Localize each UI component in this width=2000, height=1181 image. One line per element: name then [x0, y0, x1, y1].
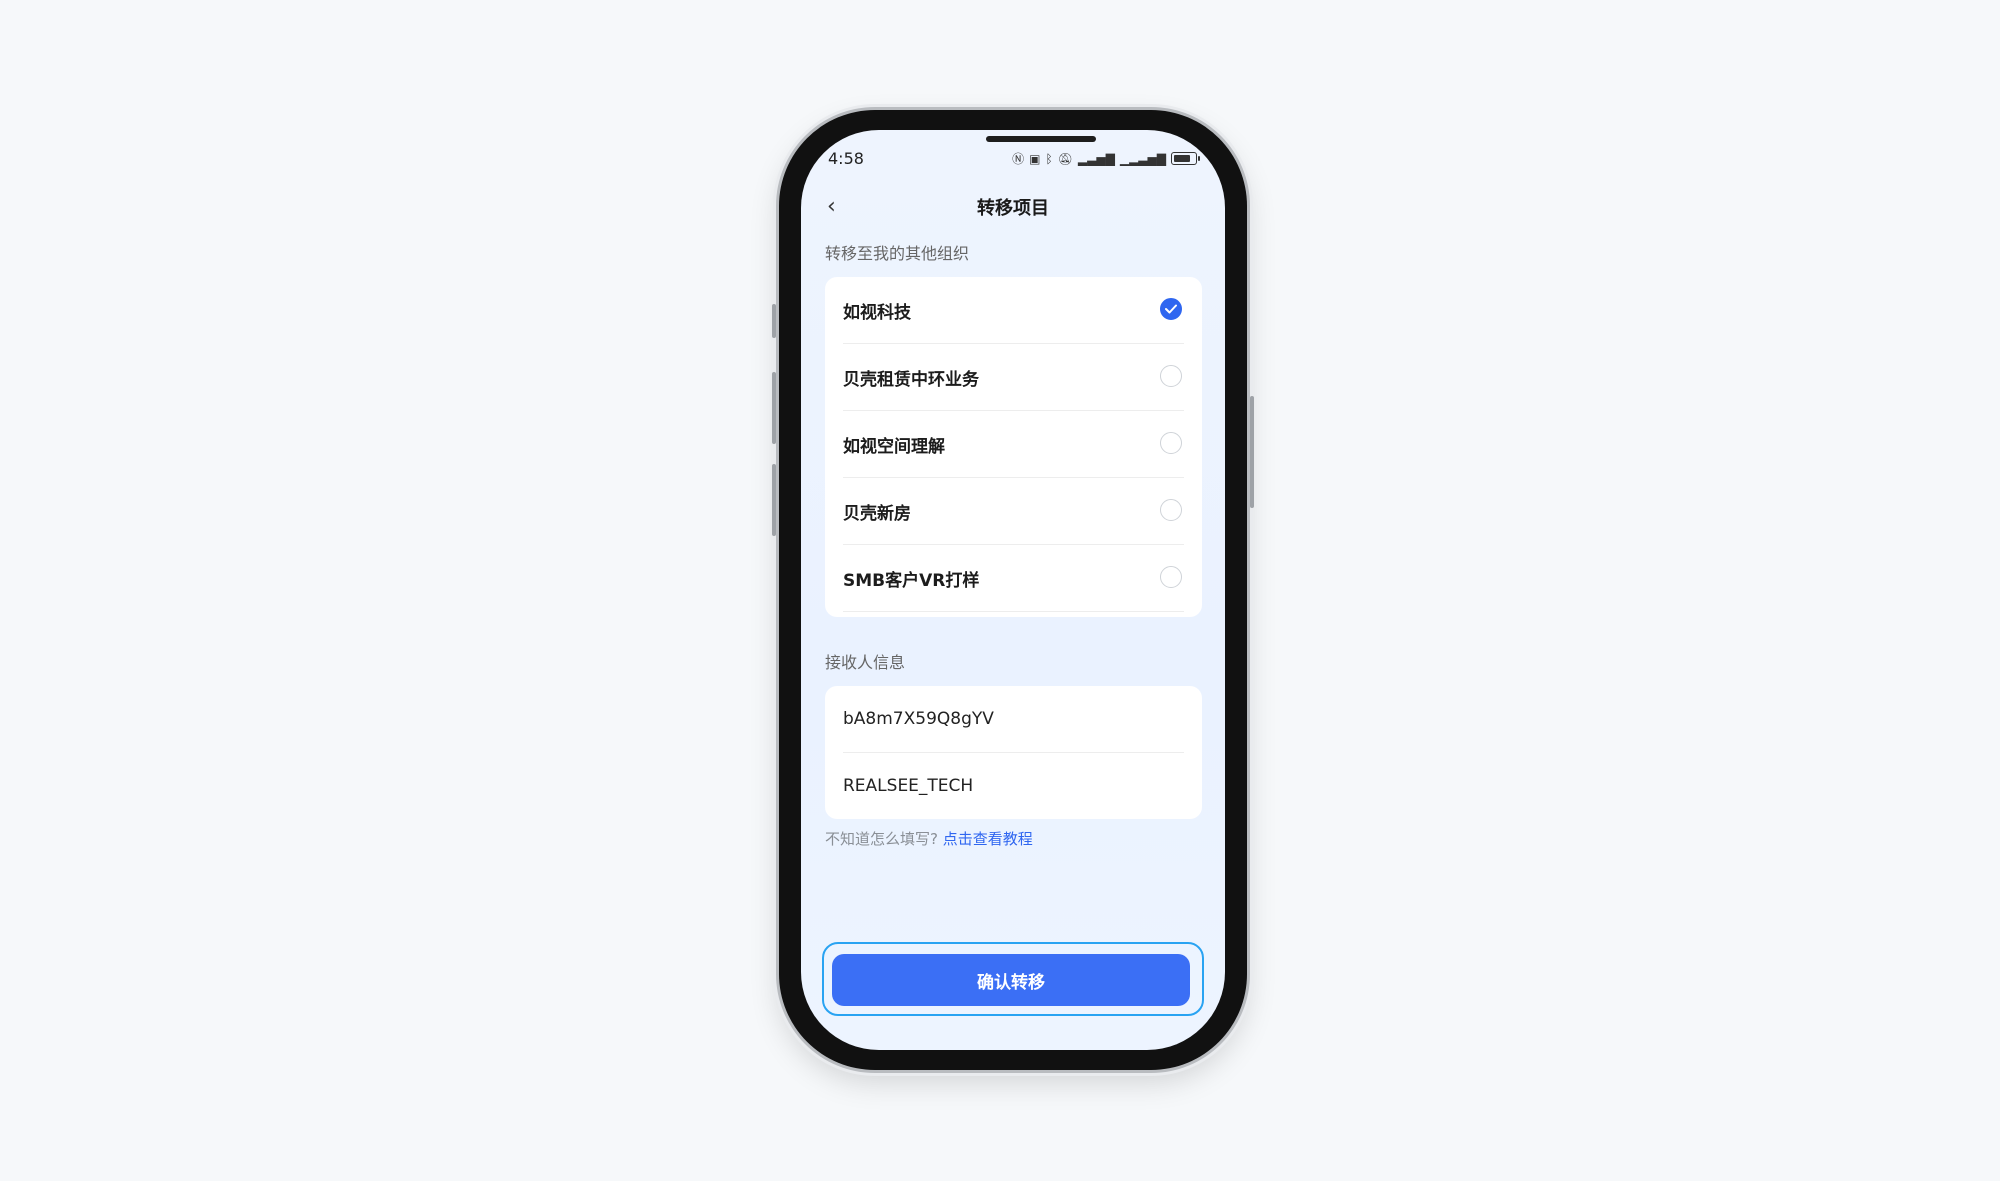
help-hint-text: 不知道怎么填写?: [825, 830, 938, 848]
radio-unchecked-icon[interactable]: [1160, 566, 1182, 588]
signal-icon: ▂▃▅▇: [1077, 151, 1115, 166]
radio-unchecked-icon[interactable]: [1160, 365, 1182, 387]
org-item[interactable]: 如视科技: [843, 277, 1184, 344]
tutorial-link[interactable]: 点击查看教程: [943, 830, 1033, 848]
org-name: 贝壳租赁中环业务: [843, 369, 979, 390]
battery-icon: [1171, 152, 1200, 165]
confirm-transfer-button[interactable]: 确认转移: [832, 954, 1190, 1006]
nav-bar: ‹ 转移项目: [801, 182, 1225, 230]
org-item[interactable]: 贝壳租赁中环业务: [843, 344, 1184, 411]
org-list: 如视科技 贝壳租赁中环业务 如视空间理解 贝壳新房 SMB客户VR打样: [825, 277, 1202, 617]
radio-unchecked-icon[interactable]: [1160, 499, 1182, 521]
signal-2-icon: ▁▂▃▅▇: [1119, 151, 1166, 166]
org-name: 如视空间理解: [843, 436, 945, 457]
bluetooth-icon: ᛒ: [1045, 151, 1053, 166]
receiver-section-label: 接收人信息: [825, 653, 906, 672]
confirm-focus-ring: 确认转移: [822, 942, 1204, 1016]
org-item[interactable]: SMB客户VR打样: [843, 545, 1184, 612]
volume-up-button: [772, 372, 776, 444]
status-bar: 4:58 Ⓝ ▣ ᛒ 🔕︎ ▂▃▅▇ ▁▂▃▅▇: [801, 140, 1225, 172]
mute-bell-icon: 🔕︎: [1057, 151, 1073, 166]
help-hint: 不知道怎么填写? 点击查看教程: [825, 828, 1033, 849]
receiver-card: bA8m7X59Q8gYV REALSEE_TECH: [825, 686, 1202, 819]
screen: 4:58 Ⓝ ▣ ᛒ 🔕︎ ▂▃▅▇ ▁▂▃▅▇ ‹ 转移项目 转移至我的其他组…: [801, 130, 1225, 1050]
radio-unchecked-icon[interactable]: [1160, 432, 1182, 454]
vibrate-icon: ▣: [1029, 151, 1041, 166]
radio-checked-icon[interactable]: [1160, 298, 1182, 320]
org-item[interactable]: 如视空间理解: [843, 411, 1184, 478]
page-title: 转移项目: [977, 198, 1049, 219]
status-icons: Ⓝ ▣ ᛒ 🔕︎ ▂▃▅▇ ▁▂▃▅▇: [1012, 150, 1200, 167]
phone-frame: 4:58 Ⓝ ▣ ᛒ 🔕︎ ▂▃▅▇ ▁▂▃▅▇ ‹ 转移项目 转移至我的其他组…: [772, 110, 1254, 1070]
nfc-icon: Ⓝ: [1012, 152, 1025, 166]
receiver-id-field[interactable]: bA8m7X59Q8gYV: [843, 686, 1184, 753]
org-name: SMB客户VR打样: [843, 570, 980, 591]
receiver-name-field[interactable]: REALSEE_TECH: [843, 753, 1184, 819]
org-name: 贝壳新房: [843, 503, 911, 524]
mute-switch: [772, 304, 776, 338]
volume-down-button: [772, 464, 776, 536]
org-item[interactable]: 贝壳新房: [843, 478, 1184, 545]
org-name: 如视科技: [843, 302, 911, 323]
status-time: 4:58: [828, 149, 864, 168]
power-button: [1250, 396, 1254, 508]
orgs-section-label: 转移至我的其他组织: [825, 244, 970, 263]
